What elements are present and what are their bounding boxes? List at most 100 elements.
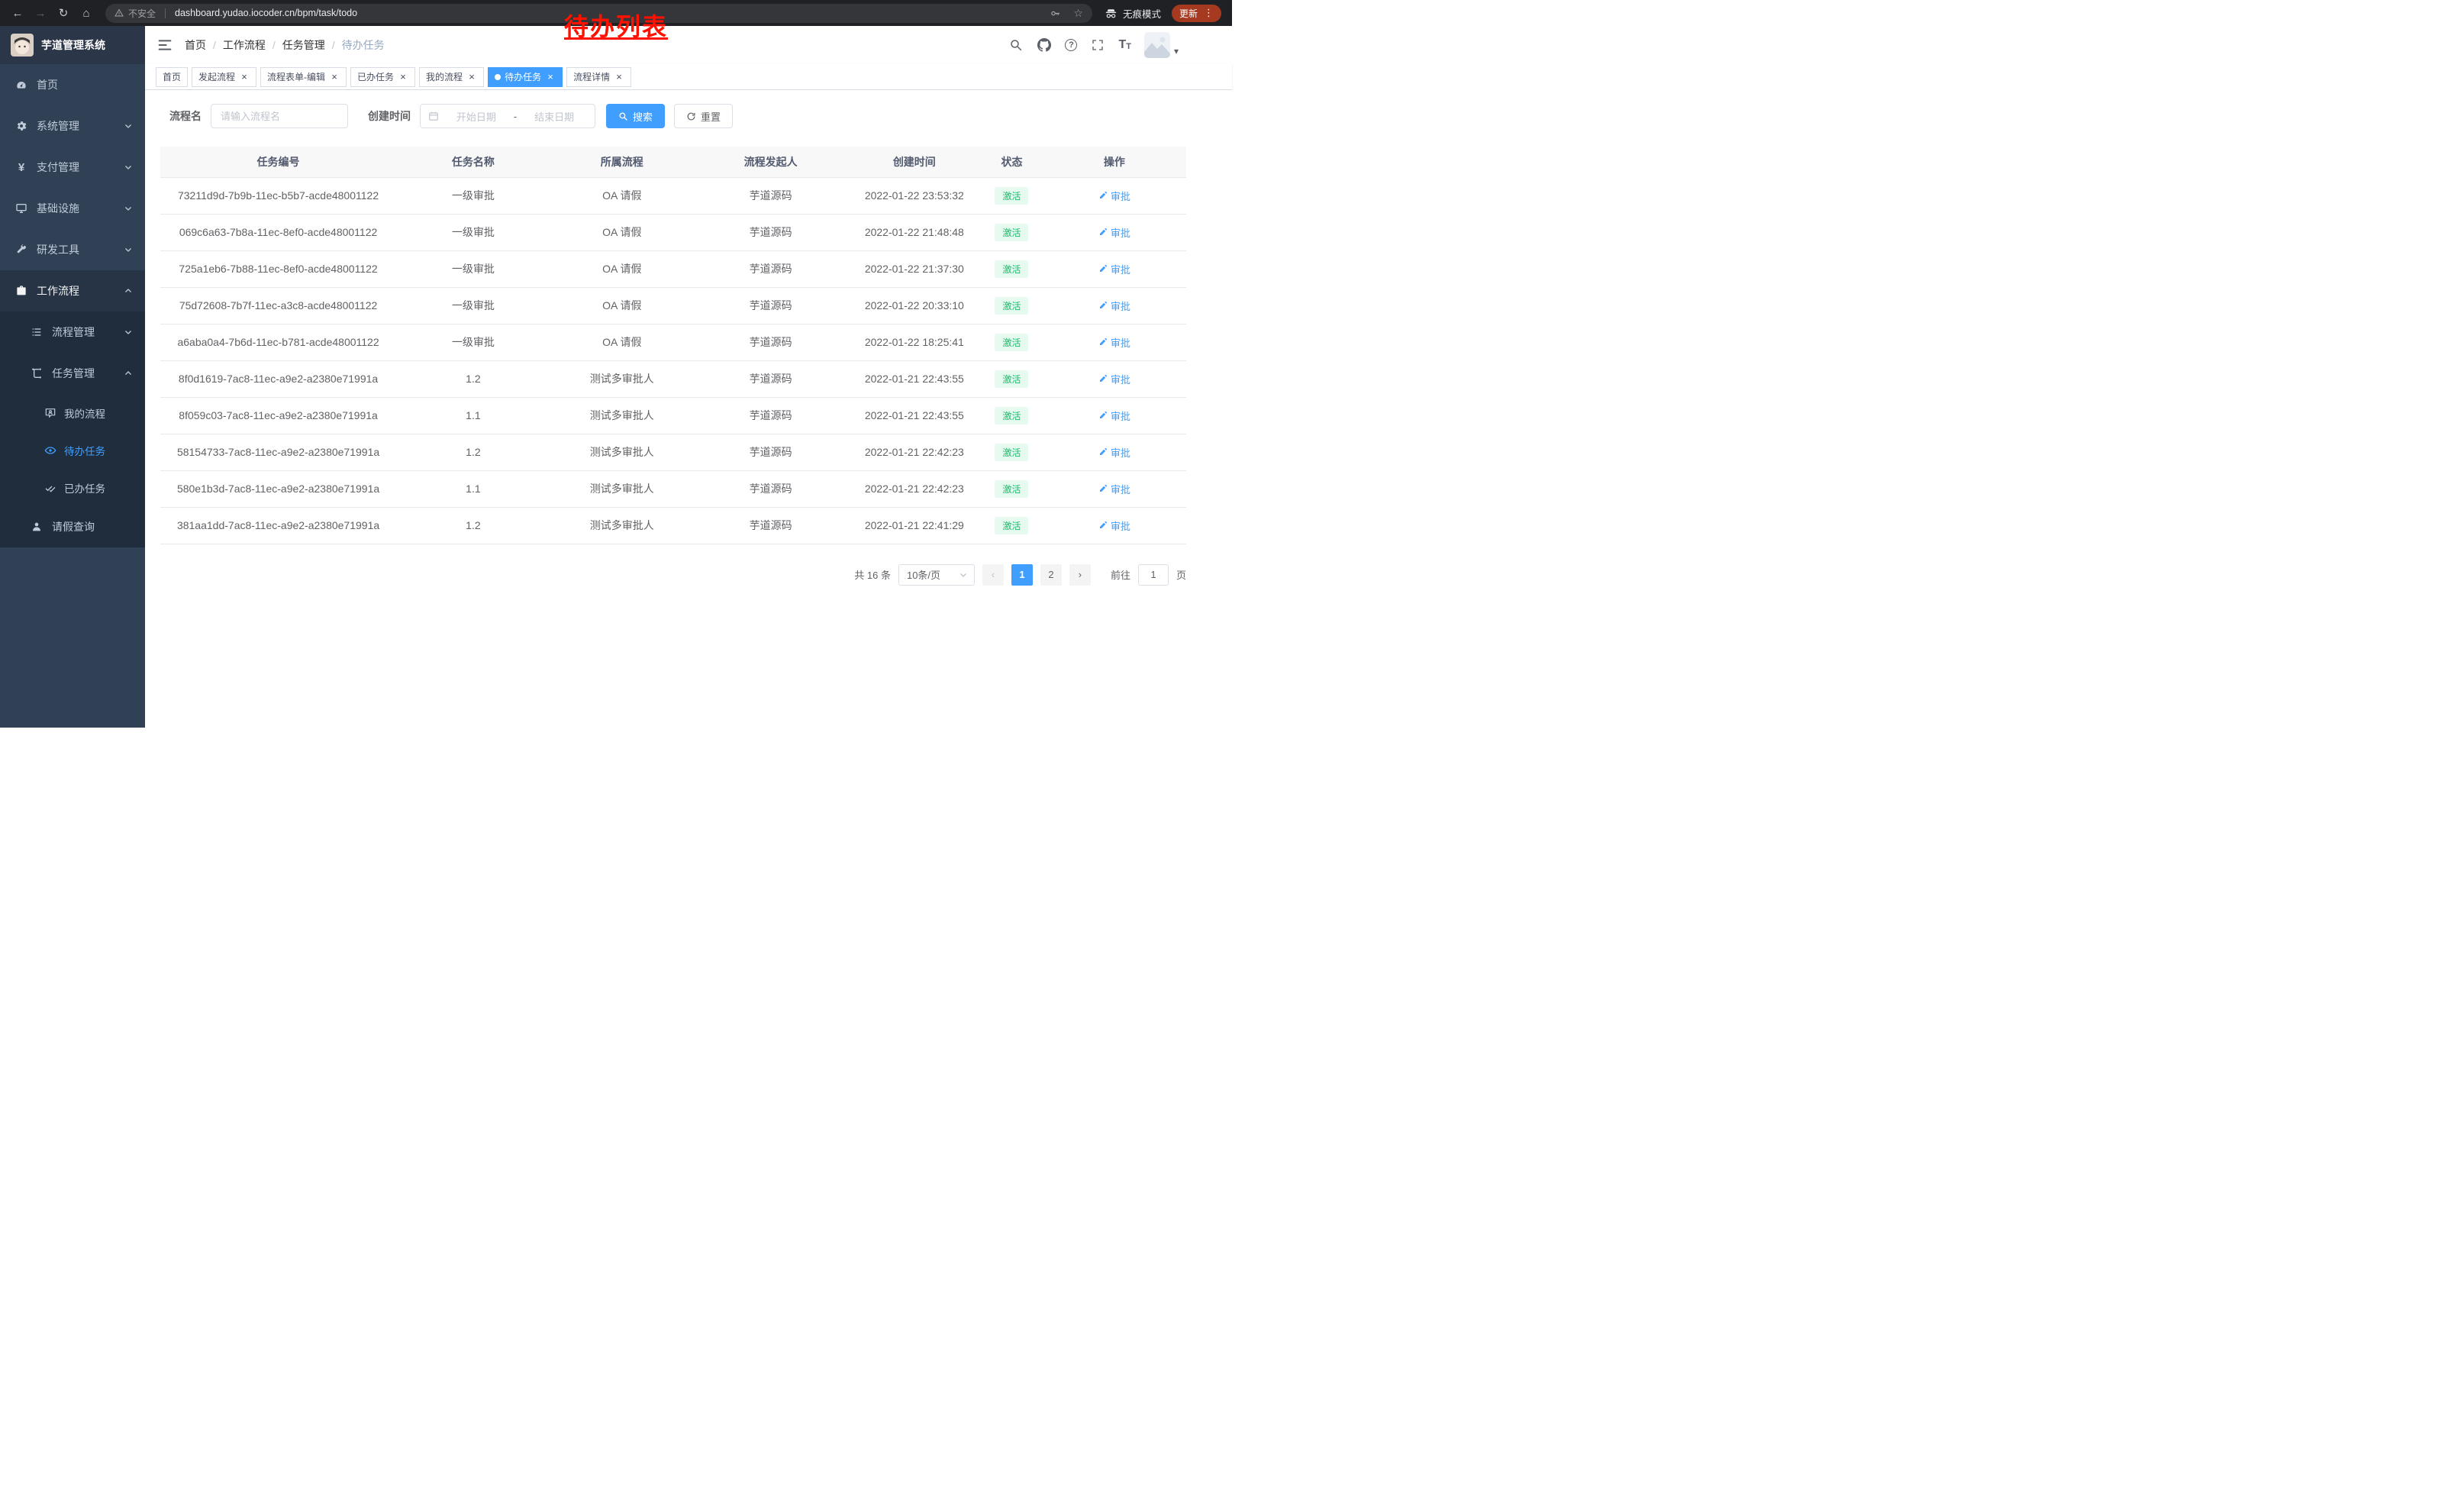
task-name-cell: 一级审批 [396, 324, 550, 360]
fullscreen-icon[interactable] [1090, 37, 1105, 53]
page-suffix-label: 页 [1176, 567, 1186, 582]
table-header-row: 任务编号 任务名称 所属流程 流程发起人 创建时间 状态 操作 [160, 147, 1186, 177]
browser-update-button[interactable]: 更新 ⋮ [1172, 5, 1221, 22]
close-icon[interactable]: × [466, 72, 477, 82]
sidebar-item-done-tasks[interactable]: 已办任务 [0, 469, 145, 506]
process-cell: 测试多审批人 [550, 434, 694, 470]
browser-reload-icon[interactable]: ↻ [53, 3, 73, 23]
avatar [1144, 32, 1170, 58]
approve-link[interactable]: 审批 [1098, 299, 1130, 313]
approve-link[interactable]: 审批 [1098, 482, 1130, 496]
goto-label: 前往 [1111, 567, 1130, 582]
sidebar-item-home[interactable]: 首页 [0, 64, 145, 105]
app-logo-row[interactable]: 芋道管理系统 [0, 26, 145, 64]
approve-link[interactable]: 审批 [1098, 335, 1130, 350]
chat-person-icon [44, 407, 56, 419]
sidebar-toggle-icon[interactable] [157, 37, 173, 53]
sidebar-item-devtools[interactable]: 研发工具 [0, 229, 145, 270]
tab-my-process[interactable]: 我的流程 × [419, 67, 484, 87]
create-time-range-picker[interactable]: 开始日期 - 结束日期 [420, 104, 595, 128]
tab-process-form-edit[interactable]: 流程表单-编辑 × [260, 67, 347, 87]
todo-task-page: 流程名 创建时间 开始日期 - 结束日期 搜索 重置 [145, 90, 1232, 728]
red-annotation-label: 待办列表 [564, 8, 668, 43]
action-cell: 审批 [1043, 470, 1186, 507]
breadcrumb-task-management[interactable]: 任务管理 [282, 37, 325, 53]
help-icon[interactable]: ? [1065, 39, 1077, 51]
sidebar-item-task-management[interactable]: 任务管理 [0, 353, 145, 394]
close-icon[interactable]: × [398, 72, 408, 82]
github-icon[interactable] [1037, 37, 1052, 53]
table-row: 8f059c03-7ac8-11ec-a9e2-a2380e71991a 1.1… [160, 397, 1186, 434]
status-badge: 激活 [995, 407, 1028, 424]
approve-link[interactable]: 审批 [1098, 189, 1130, 203]
page-1-button[interactable]: 1 [1011, 564, 1033, 586]
reset-button[interactable]: 重置 [674, 104, 733, 128]
close-icon[interactable]: × [239, 72, 250, 82]
search-icon[interactable] [1008, 37, 1024, 53]
process-cell: 测试多审批人 [550, 507, 694, 544]
table-row: a6aba0a4-7b6d-11ec-b781-acde48001122 一级审… [160, 324, 1186, 360]
chevron-down-icon [124, 245, 133, 254]
status-cell: 激活 [981, 470, 1043, 507]
filter-form: 流程名 创建时间 开始日期 - 结束日期 搜索 重置 [169, 104, 1186, 128]
browser-home-icon[interactable]: ⌂ [76, 3, 96, 23]
incognito-icon [1105, 7, 1118, 20]
sidebar-item-payment[interactable]: ¥ 支付管理 [0, 147, 145, 188]
initiator-cell: 芋道源码 [694, 324, 848, 360]
table-row: 580e1b3d-7ac8-11ec-a9e2-a2380e71991a 1.1… [160, 470, 1186, 507]
sidebar-item-leave-query[interactable]: 请假查询 [0, 506, 145, 547]
tab-done-tasks[interactable]: 已办任务 × [350, 67, 415, 87]
next-page-button[interactable]: › [1069, 564, 1091, 586]
status-cell: 激活 [981, 214, 1043, 250]
sidebar-item-infrastructure[interactable]: 基础设施 [0, 188, 145, 229]
task-name-cell: 1.2 [396, 507, 550, 544]
password-key-icon[interactable] [1050, 8, 1061, 19]
search-button[interactable]: 搜索 [606, 104, 665, 128]
process-cell: 测试多审批人 [550, 470, 694, 507]
browser-back-icon[interactable]: ← [8, 3, 27, 23]
sidebar-item-system[interactable]: 系统管理 [0, 105, 145, 147]
breadcrumb-workflow[interactable]: 工作流程 [223, 37, 266, 53]
approve-link[interactable]: 审批 [1098, 262, 1130, 276]
breadcrumb-home[interactable]: 首页 [185, 37, 206, 53]
action-cell: 审批 [1043, 250, 1186, 287]
col-initiator: 流程发起人 [694, 147, 848, 177]
status-cell: 激活 [981, 324, 1043, 360]
task-id-cell: 069c6a63-7b8a-11ec-8ef0-acde48001122 [160, 214, 396, 250]
goto-page-input[interactable] [1138, 564, 1169, 586]
tab-home[interactable]: 首页 [156, 67, 188, 87]
breadcrumb-separator: / [332, 39, 335, 51]
sidebar-item-workflow[interactable]: 工作流程 [0, 270, 145, 311]
approve-link[interactable]: 审批 [1098, 518, 1130, 533]
status-cell: 激活 [981, 507, 1043, 544]
approve-link[interactable]: 审批 [1098, 372, 1130, 386]
status-badge: 激活 [995, 297, 1028, 315]
prev-page-button[interactable]: ‹ [982, 564, 1004, 586]
tab-process-detail[interactable]: 流程详情 × [566, 67, 631, 87]
bookmark-star-icon[interactable]: ☆ [1073, 7, 1083, 20]
approve-link[interactable]: 审批 [1098, 225, 1130, 240]
status-badge: 激活 [995, 334, 1028, 351]
incognito-badge: 无痕模式 [1105, 6, 1161, 21]
font-size-icon[interactable]: TT [1118, 39, 1131, 51]
tab-initiate-process[interactable]: 发起流程 × [192, 67, 256, 87]
tab-todo-tasks[interactable]: 待办任务 × [488, 67, 563, 87]
page-2-button[interactable]: 2 [1040, 564, 1062, 586]
sidebar-item-my-process[interactable]: 我的流程 [0, 394, 145, 431]
wrench-icon [15, 244, 27, 256]
page-size-select[interactable]: 10条/页 [898, 564, 975, 586]
close-icon[interactable]: × [329, 72, 340, 82]
approve-link[interactable]: 审批 [1098, 445, 1130, 460]
sidebar-item-todo-tasks[interactable]: 待办任务 [0, 431, 145, 469]
sidebar-item-process-management[interactable]: 流程管理 [0, 311, 145, 353]
user-avatar-menu[interactable]: ▾ [1144, 32, 1179, 58]
close-icon[interactable]: × [614, 72, 624, 82]
active-dot [495, 74, 501, 80]
gear-icon [15, 120, 27, 132]
approve-link[interactable]: 审批 [1098, 408, 1130, 423]
process-name-input[interactable] [211, 104, 348, 128]
browser-forward-icon[interactable]: → [31, 3, 50, 23]
browser-menu-icon[interactable]: ⋮ [1204, 7, 1214, 19]
top-navbar: 首页 / 工作流程 / 任务管理 / 待办任务 ? [145, 26, 1232, 64]
close-icon[interactable]: × [545, 72, 556, 82]
